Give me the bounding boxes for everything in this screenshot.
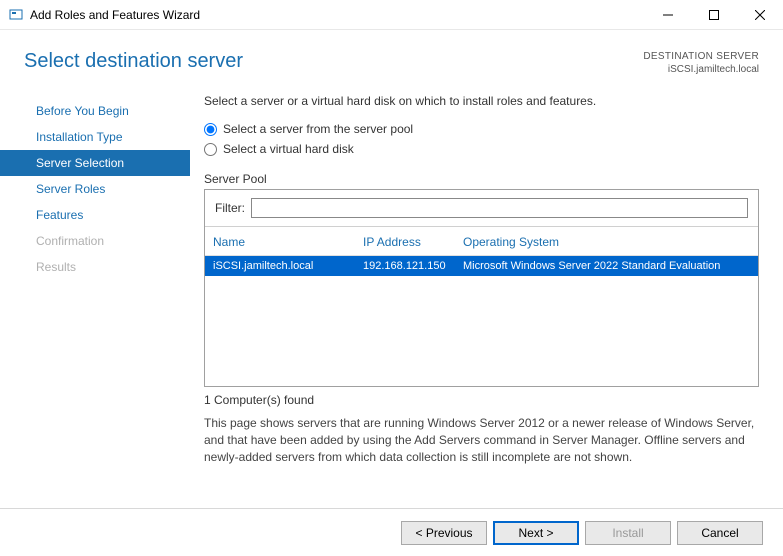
step-confirmation: Confirmation: [0, 228, 190, 254]
table-row[interactable]: iSCSI.jamiltech.local 192.168.121.150 Mi…: [205, 256, 758, 276]
server-pool-box: Filter: Name IP Address Operating System…: [204, 189, 759, 387]
table-body: iSCSI.jamiltech.local 192.168.121.150 Mi…: [205, 256, 758, 386]
next-button[interactable]: Next >: [493, 521, 579, 545]
cancel-button[interactable]: Cancel: [677, 521, 763, 545]
table-header: Name IP Address Operating System: [205, 227, 758, 256]
radio-server-pool-label: Select a server from the server pool: [223, 122, 413, 136]
page-title: Select destination server: [24, 50, 243, 73]
window-title: Add Roles and Features Wizard: [30, 8, 645, 22]
app-icon: [8, 7, 24, 23]
close-button[interactable]: [737, 0, 783, 30]
server-pool-label: Server Pool: [204, 172, 759, 186]
filter-label: Filter:: [215, 201, 245, 215]
destination-name: iSCSI.jamiltech.local: [643, 63, 759, 76]
step-results: Results: [0, 254, 190, 280]
radio-vhd[interactable]: [204, 143, 217, 156]
wizard-steps: Before You Begin Installation Type Serve…: [0, 94, 190, 465]
radio-vhd-label: Select a virtual hard disk: [223, 142, 354, 156]
filter-input[interactable]: [251, 198, 748, 218]
help-text: This page shows servers that are running…: [204, 415, 759, 465]
previous-button[interactable]: < Previous: [401, 521, 487, 545]
minimize-button[interactable]: [645, 0, 691, 30]
cell-ip: 192.168.121.150: [363, 260, 463, 272]
step-before-you-begin[interactable]: Before You Begin: [0, 98, 190, 124]
cell-os: Microsoft Windows Server 2022 Standard E…: [463, 260, 750, 272]
footer-buttons: < Previous Next > Install Cancel: [0, 508, 783, 556]
step-server-selection[interactable]: Server Selection: [0, 150, 190, 176]
step-features[interactable]: Features: [0, 202, 190, 228]
destination-info: DESTINATION SERVER iSCSI.jamiltech.local: [643, 50, 759, 76]
instruction-text: Select a server or a virtual hard disk o…: [204, 94, 759, 108]
maximize-button[interactable]: [691, 0, 737, 30]
column-os[interactable]: Operating System: [463, 235, 750, 249]
column-ip[interactable]: IP Address: [363, 235, 463, 249]
found-count: 1 Computer(s) found: [204, 393, 759, 407]
cell-name: iSCSI.jamiltech.local: [213, 260, 363, 272]
install-button: Install: [585, 521, 671, 545]
step-installation-type[interactable]: Installation Type: [0, 124, 190, 150]
title-bar: Add Roles and Features Wizard: [0, 0, 783, 30]
destination-label: DESTINATION SERVER: [643, 50, 759, 63]
step-server-roles[interactable]: Server Roles: [0, 176, 190, 202]
radio-server-pool[interactable]: [204, 123, 217, 136]
column-name[interactable]: Name: [213, 235, 363, 249]
